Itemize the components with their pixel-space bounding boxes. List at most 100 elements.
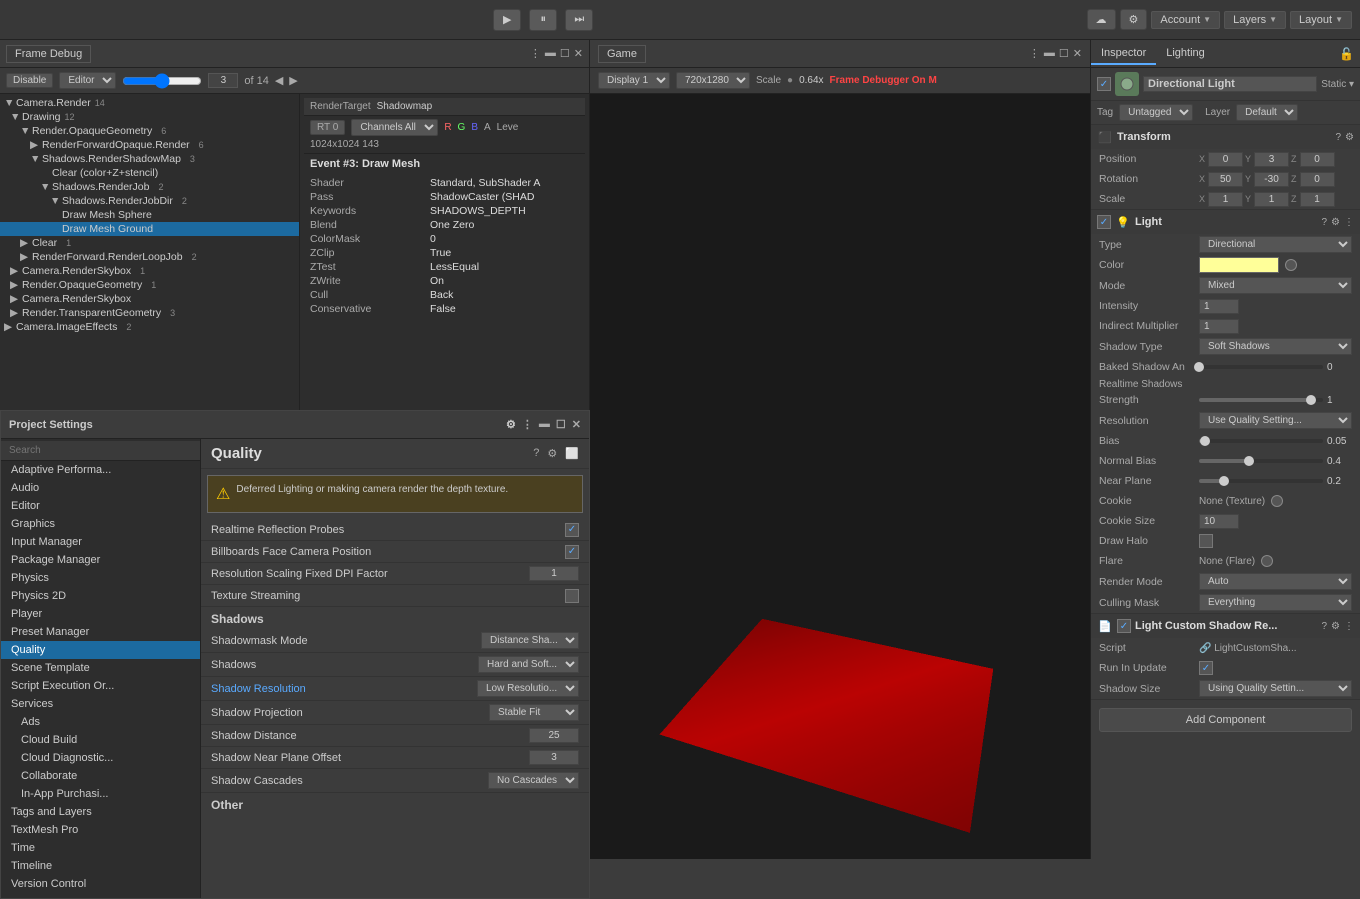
custom-shadow-help-btn[interactable]: ? xyxy=(1321,621,1327,632)
custom-shadow-menu-btn[interactable]: ⋮ xyxy=(1344,621,1354,632)
light-intensity-input[interactable] xyxy=(1199,299,1239,314)
color-target-icon[interactable] xyxy=(1285,259,1297,271)
sidebar-item-timeline[interactable]: Timeline xyxy=(1,857,200,875)
billboards-checkbox[interactable] xyxy=(565,545,579,559)
transform-header[interactable]: ⬛ Transform ? ⚙ xyxy=(1091,125,1360,149)
tree-item[interactable]: ▶ Camera.RenderSkybox xyxy=(0,292,299,306)
sidebar-item-version[interactable]: Version Control xyxy=(1,875,200,893)
resolution-insp-dropdown[interactable]: Use Quality Setting... xyxy=(1199,412,1352,429)
ps-maximize-icon[interactable]: ☐ xyxy=(556,418,566,431)
run-update-checkbox[interactable] xyxy=(1199,661,1213,675)
frame-number-input[interactable] xyxy=(208,73,238,88)
tree-item[interactable]: ▶ RenderForwardOpaque.Render 6 xyxy=(0,138,299,152)
sidebar-item-cloudbuild[interactable]: Cloud Build xyxy=(1,731,200,749)
tree-item-selected[interactable]: Draw Mesh Ground xyxy=(0,222,299,236)
shadowmask-dropdown[interactable]: Distance Sha... xyxy=(481,632,579,649)
next-frame-icon[interactable]: ▶ xyxy=(289,74,297,87)
sidebar-item-physics2d[interactable]: Physics 2D xyxy=(1,587,200,605)
sidebar-item-iap[interactable]: In-App Purchasi... xyxy=(1,785,200,803)
sidebar-item-scene-template[interactable]: Scene Template xyxy=(1,659,200,677)
tree-item[interactable]: Clear (color+Z+stencil) xyxy=(0,166,299,180)
frame-debug-tab[interactable]: Frame Debug xyxy=(6,45,91,63)
resolution-scaling-input[interactable] xyxy=(529,566,579,581)
sidebar-item-player[interactable]: Player xyxy=(1,605,200,623)
sidebar-item-adaptive[interactable]: Adaptive Performa... xyxy=(1,461,200,479)
culling-mask-dropdown[interactable]: Everything xyxy=(1199,594,1352,611)
sidebar-item-ads[interactable]: Ads xyxy=(1,713,200,731)
custom-shadow-enabled[interactable] xyxy=(1117,619,1131,633)
go-active-checkbox[interactable] xyxy=(1097,77,1111,91)
baked-shadow-thumb[interactable] xyxy=(1194,362,1204,372)
tag-dropdown[interactable]: Untagged xyxy=(1119,104,1193,121)
sidebar-item-physics[interactable]: Physics xyxy=(1,569,200,587)
tree-item[interactable]: ▶ Camera.RenderSkybox 1 xyxy=(0,264,299,278)
draw-halo-checkbox[interactable] xyxy=(1199,534,1213,548)
bias-thumb[interactable] xyxy=(1200,436,1210,446)
tree-item[interactable]: ▼ Shadows.RenderJob 2 xyxy=(0,180,299,194)
transform-help-btn[interactable]: ? xyxy=(1335,132,1341,143)
go-name-input[interactable] xyxy=(1143,76,1317,92)
sidebar-item-collaborate[interactable]: Collaborate xyxy=(1,767,200,785)
transform-settings-btn[interactable]: ⚙ xyxy=(1345,132,1354,143)
shadow-size-dropdown[interactable]: Using Quality Settin... xyxy=(1199,680,1352,697)
sidebar-item-services[interactable]: Services xyxy=(1,695,200,713)
near-plane-thumb[interactable] xyxy=(1219,476,1229,486)
texture-streaming-checkbox[interactable] xyxy=(565,589,579,603)
sidebar-item-quality[interactable]: Quality xyxy=(1,641,200,659)
cookie-target-icon[interactable] xyxy=(1271,495,1283,507)
tree-item[interactable]: ▶ RenderForward.RenderLoopJob 2 xyxy=(0,250,299,264)
shadow-cascades-dropdown[interactable]: No Cascades xyxy=(488,772,579,789)
shadow-near-plane-input[interactable] xyxy=(529,750,579,765)
tree-item[interactable]: ▶ Clear 1 xyxy=(0,236,299,250)
shadow-projection-dropdown[interactable]: Stable Fit xyxy=(489,704,579,721)
quality-settings-icon[interactable]: ⚙ xyxy=(547,447,557,460)
pos-y-input[interactable] xyxy=(1254,152,1289,167)
rot-x-input[interactable] xyxy=(1208,172,1243,187)
resolution-dropdown[interactable]: 720x1280 xyxy=(676,72,750,89)
pos-z-input[interactable] xyxy=(1300,152,1335,167)
shadow-distance-input[interactable] xyxy=(529,728,579,743)
sidebar-item-package[interactable]: Package Manager xyxy=(1,551,200,569)
disable-button[interactable]: Disable xyxy=(6,73,53,88)
add-component-button[interactable]: Add Component xyxy=(1099,708,1352,732)
sidebar-item-tags[interactable]: Tags and Layers xyxy=(1,803,200,821)
sidebar-item-input[interactable]: Input Manager xyxy=(1,533,200,551)
go-static-label[interactable]: Static ▾ xyxy=(1321,79,1354,90)
play-button[interactable]: ▶ xyxy=(493,9,521,31)
tree-item[interactable]: ▼ Shadows.RenderShadowMap 3 xyxy=(0,152,299,166)
sidebar-item-preset[interactable]: Preset Manager xyxy=(1,623,200,641)
indirect-multiplier-input[interactable] xyxy=(1199,319,1239,334)
layer-dropdown[interactable]: Default xyxy=(1236,104,1298,121)
sidebar-item-script[interactable]: Script Execution Or... xyxy=(1,677,200,695)
layout-menu[interactable]: Layout ▼ xyxy=(1290,11,1352,29)
scale-y-input[interactable] xyxy=(1254,192,1289,207)
scale-z-input[interactable] xyxy=(1300,192,1335,207)
custom-shadow-settings-btn[interactable]: ⚙ xyxy=(1331,621,1340,632)
strength-thumb[interactable] xyxy=(1306,395,1316,405)
flare-target-icon[interactable] xyxy=(1261,555,1273,567)
lighting-tab[interactable]: Lighting xyxy=(1156,43,1215,65)
render-mode-dropdown[interactable]: Auto xyxy=(1199,573,1352,590)
channels-dropdown[interactable]: Channels All xyxy=(351,119,438,136)
custom-shadow-header[interactable]: 📄 Light Custom Shadow Re... ? ⚙ ⋮ xyxy=(1091,614,1360,638)
tree-item[interactable]: ▶ Render.OpaqueGeometry 1 xyxy=(0,278,299,292)
light-menu-btn[interactable]: ⋮ xyxy=(1344,217,1354,228)
account-menu[interactable]: Account ▼ xyxy=(1151,11,1220,29)
light-help-btn[interactable]: ? xyxy=(1321,217,1327,228)
tree-item[interactable]: ▼ Camera.Render 14 xyxy=(0,96,299,110)
shadow-resolution-dropdown[interactable]: Low Resolutio... xyxy=(477,680,579,697)
lock-icon[interactable]: 🔓 xyxy=(1339,47,1354,61)
sidebar-item-editor[interactable]: Editor xyxy=(1,497,200,515)
sidebar-item-audio[interactable]: Audio xyxy=(1,479,200,497)
shadow-type-dropdown[interactable]: Soft Shadows xyxy=(1199,338,1352,355)
pos-x-input[interactable] xyxy=(1208,152,1243,167)
rt0-tab[interactable]: RT 0 xyxy=(310,120,345,135)
sidebar-item-textmesh[interactable]: TextMesh Pro xyxy=(1,821,200,839)
tree-item[interactable]: ▼ Drawing 12 xyxy=(0,110,299,124)
tree-item[interactable]: Draw Mesh Sphere xyxy=(0,208,299,222)
game-minimize-icon[interactable]: ▬ xyxy=(1044,47,1055,60)
layers-menu[interactable]: Layers ▼ xyxy=(1224,11,1286,29)
collab-icon[interactable]: ⚙ xyxy=(1120,9,1148,30)
close-icon[interactable]: ✕ xyxy=(574,47,583,60)
frame-slider[interactable] xyxy=(122,73,202,89)
